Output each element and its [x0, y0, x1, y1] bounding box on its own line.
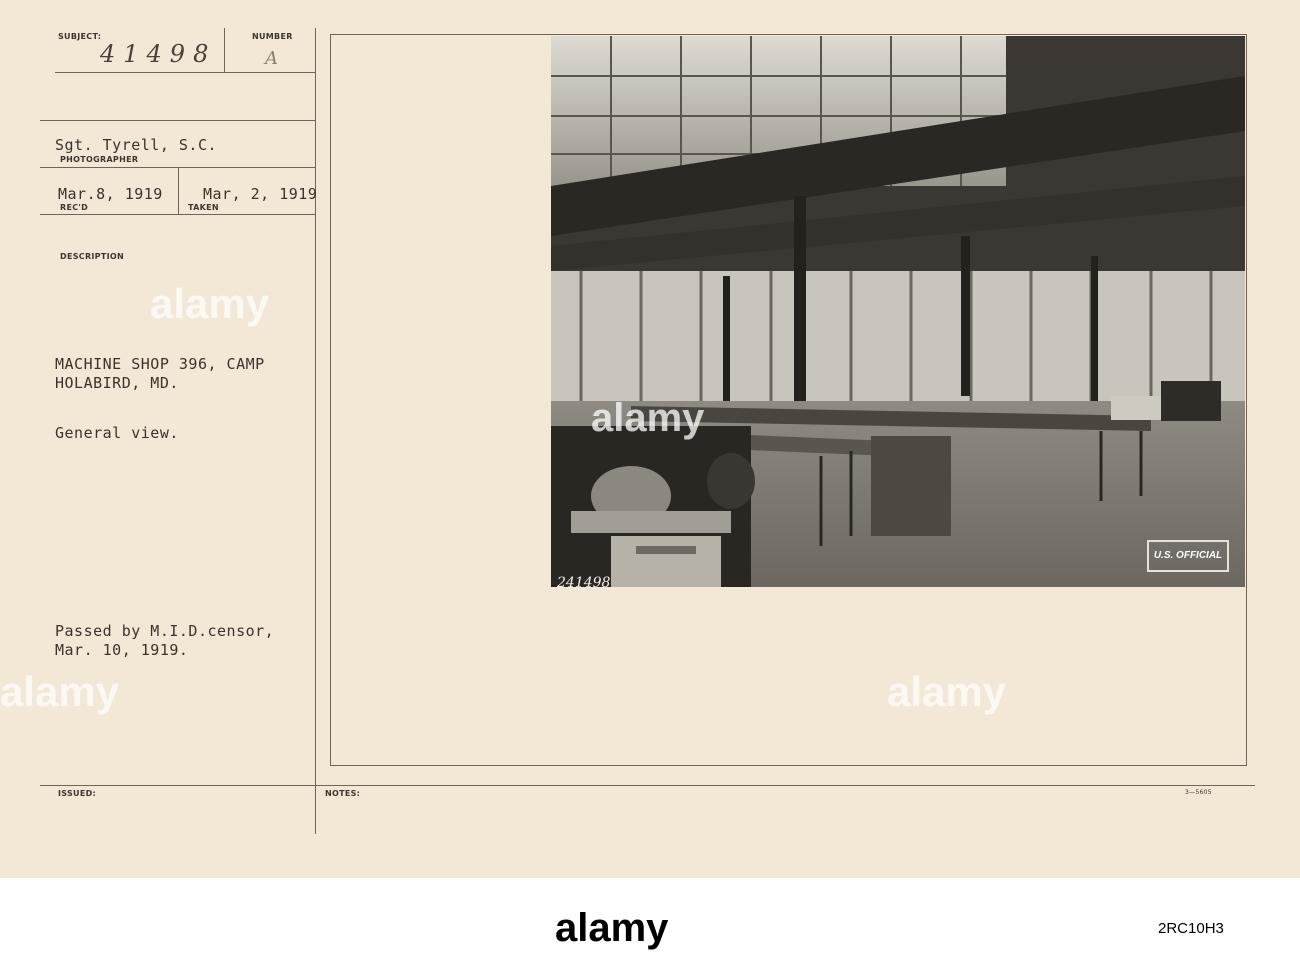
censor-line1: Passed by M.I.D.censor, [55, 622, 275, 640]
record-card: SUBJECT: 41498 NUMBER A Sgt. Tyrell, S.C… [0, 0, 1300, 878]
machine-shop-photo: alamy [551, 36, 1245, 587]
us-official-stamp: U.S. OFFICIAL [1147, 540, 1229, 572]
footer-image-id: 2RC10H3 [1158, 920, 1224, 937]
description-label: DESCRIPTION [60, 252, 124, 261]
description-line1: MACHINE SHOP 396, CAMP [55, 355, 265, 373]
watermark-description: alamy [150, 280, 270, 327]
form-code: 3—5605 [1185, 789, 1212, 796]
photo-illustration [551, 36, 1245, 587]
number-value: A [265, 48, 278, 69]
taken-date: Mar, 2, 1919 [203, 185, 318, 203]
recd-date: Mar.8, 1919 [58, 185, 163, 203]
notes-label: NOTES: [325, 789, 361, 798]
number-label: NUMBER [252, 32, 293, 41]
photographer-label: PHOTOGRAPHER [60, 155, 139, 164]
rule-top-box [40, 120, 315, 121]
rule-dates [40, 214, 315, 215]
date-divider [178, 168, 179, 214]
censor-line2: Mar. 10, 1919. [55, 641, 189, 659]
rule-bottom [40, 785, 1255, 786]
issued-label: ISSUED: [58, 789, 97, 798]
description-line3: General view. [55, 424, 179, 442]
column-divider [315, 28, 316, 834]
recd-label: REC'D [60, 203, 89, 212]
taken-label: TAKEN [188, 203, 219, 212]
watermark-left: alamy [0, 668, 120, 715]
footer-logo: alamy [555, 906, 669, 950]
watermark-bottom: alamy [887, 668, 1007, 715]
rule-subject [55, 72, 315, 73]
subject-value: 41498 [100, 40, 217, 68]
negative-number: 241498 [557, 575, 611, 591]
photographer-name: Sgt. Tyrell, S.C. [55, 136, 218, 154]
subject-number-divider [224, 28, 225, 73]
description-line2: HOLABIRD, MD. [55, 374, 179, 392]
watermark-photo: alamy [591, 396, 705, 440]
subject-label: SUBJECT: [58, 32, 102, 41]
